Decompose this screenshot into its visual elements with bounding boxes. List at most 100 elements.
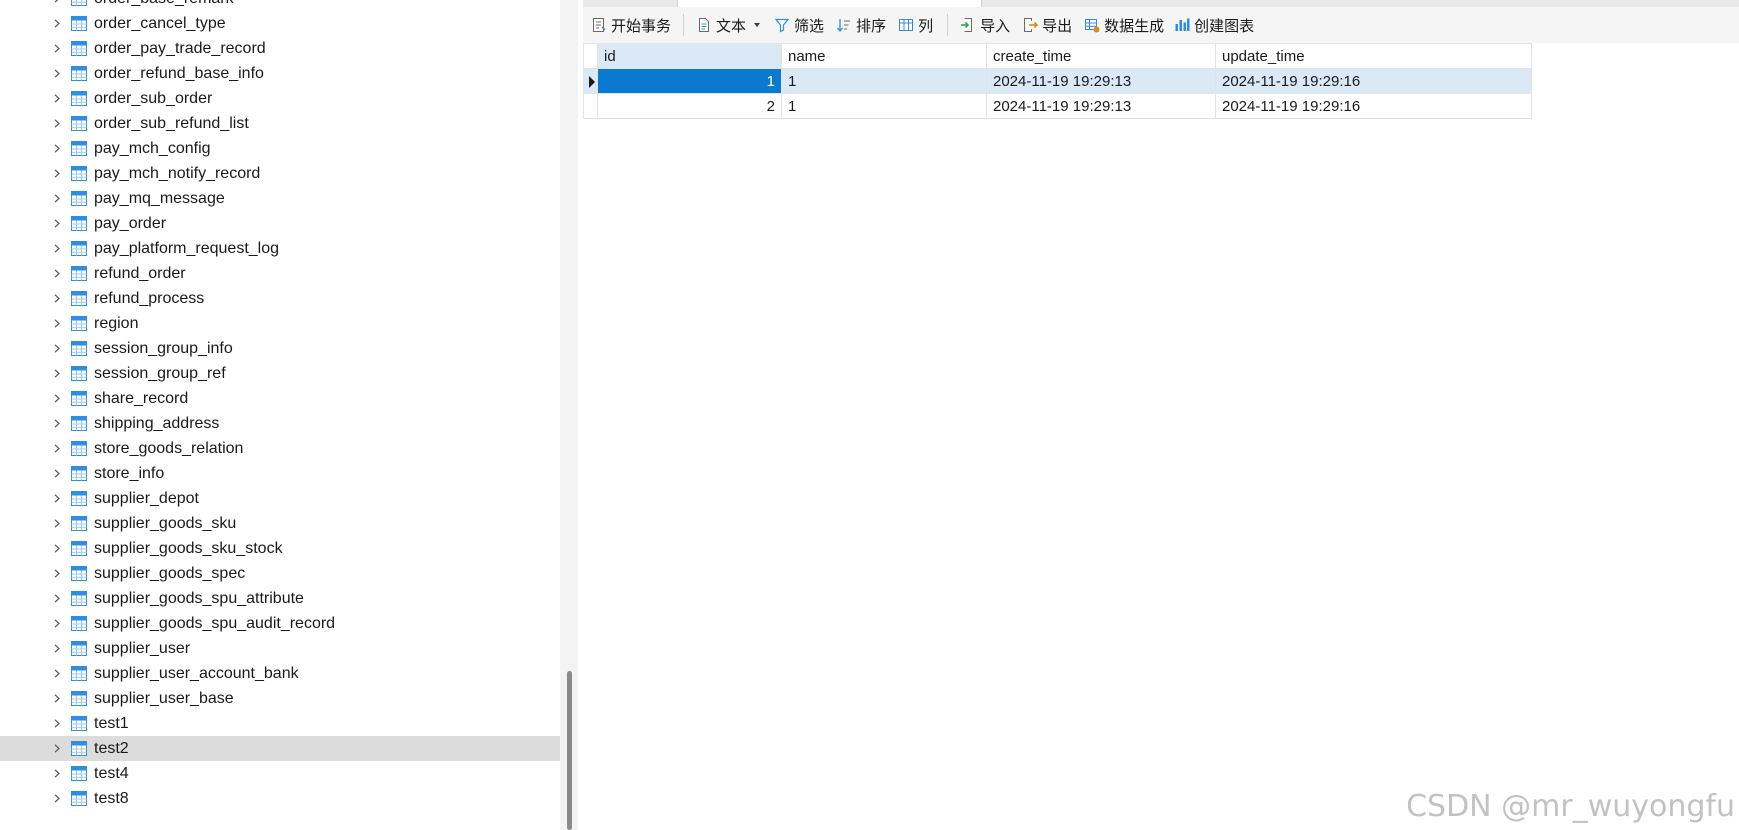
chevron-right-icon[interactable] bbox=[52, 494, 61, 503]
data-grid[interactable]: id name create_time update_time 1 1 2024… bbox=[583, 43, 1532, 119]
chevron-right-icon[interactable] bbox=[52, 619, 61, 628]
tree-item-table[interactable]: supplier_goods_spu_attribute bbox=[0, 586, 560, 611]
tree-item-label: test2 bbox=[94, 740, 129, 757]
tree-item-table[interactable]: session_group_ref bbox=[0, 361, 560, 386]
sort-button[interactable]: 排序 bbox=[836, 7, 886, 43]
tree-item-table[interactable]: order_base_remark bbox=[0, 0, 560, 11]
active-tab[interactable] bbox=[677, 0, 982, 7]
chevron-right-icon[interactable] bbox=[52, 519, 61, 528]
row-indicator[interactable] bbox=[583, 93, 598, 119]
chevron-right-icon[interactable] bbox=[52, 444, 61, 453]
tree-item-table[interactable]: order_refund_base_info bbox=[0, 61, 560, 86]
chevron-right-icon[interactable] bbox=[52, 394, 61, 403]
row-indicator[interactable] bbox=[583, 68, 598, 94]
chevron-right-icon[interactable] bbox=[52, 319, 61, 328]
chevron-right-icon[interactable] bbox=[52, 94, 61, 103]
tree-item-table[interactable]: order_cancel_type bbox=[0, 11, 560, 36]
tree-item-table[interactable]: test4 bbox=[0, 761, 560, 786]
chevron-right-icon[interactable] bbox=[52, 569, 61, 578]
tree-item-table[interactable]: session_group_info bbox=[0, 336, 560, 361]
begin-transaction-button[interactable]: 开始事务 bbox=[591, 7, 671, 43]
export-button[interactable]: 导出 bbox=[1022, 7, 1072, 43]
tree-item-table[interactable]: supplier_goods_spu_audit_record bbox=[0, 611, 560, 636]
grid-cell[interactable]: 2024-11-19 19:29:16 bbox=[1215, 68, 1532, 94]
chevron-right-icon[interactable] bbox=[52, 169, 61, 178]
chevron-right-icon[interactable] bbox=[52, 794, 61, 803]
column-header[interactable]: id bbox=[597, 43, 782, 69]
chevron-right-icon[interactable] bbox=[52, 294, 61, 303]
chevron-right-icon[interactable] bbox=[52, 719, 61, 728]
chevron-right-icon[interactable] bbox=[52, 544, 61, 553]
chevron-right-icon[interactable] bbox=[52, 469, 61, 478]
tree-item-table[interactable]: test2 bbox=[0, 736, 560, 761]
chevron-right-icon[interactable] bbox=[52, 744, 61, 753]
tree-item-table[interactable]: supplier_user_account_bank bbox=[0, 661, 560, 686]
grid-cell[interactable]: 1 bbox=[597, 68, 782, 94]
chevron-right-icon[interactable] bbox=[52, 344, 61, 353]
tree-item-table[interactable]: share_record bbox=[0, 386, 560, 411]
column-header[interactable]: create_time bbox=[986, 43, 1216, 69]
grid-cell[interactable]: 1 bbox=[781, 93, 987, 119]
chevron-right-icon[interactable] bbox=[52, 19, 61, 28]
chevron-right-icon[interactable] bbox=[52, 644, 61, 653]
chevron-right-icon[interactable] bbox=[52, 419, 61, 428]
grid-cell[interactable]: 2024-11-19 19:29:13 bbox=[986, 68, 1216, 94]
columns-button[interactable]: 列 bbox=[898, 7, 933, 43]
chevron-right-icon[interactable] bbox=[52, 694, 61, 703]
table-icon bbox=[71, 66, 87, 81]
filter-button[interactable]: 筛选 bbox=[774, 7, 824, 43]
chevron-right-icon[interactable] bbox=[52, 0, 61, 3]
tree-item-table[interactable]: store_goods_relation bbox=[0, 436, 560, 461]
chevron-right-icon[interactable] bbox=[52, 669, 61, 678]
chevron-right-icon[interactable] bbox=[52, 244, 61, 253]
chevron-right-icon[interactable] bbox=[52, 119, 61, 128]
tree-item-table[interactable]: refund_process bbox=[0, 286, 560, 311]
tree-item-table[interactable]: pay_mq_message bbox=[0, 186, 560, 211]
tree-item-table[interactable]: order_sub_order bbox=[0, 86, 560, 111]
tree-scrollbar-thumb[interactable] bbox=[567, 671, 572, 830]
tree-item-label: supplier_user_base bbox=[94, 690, 234, 707]
chevron-right-icon[interactable] bbox=[52, 594, 61, 603]
tree-item-table[interactable]: supplier_depot bbox=[0, 486, 560, 511]
tree-item-table[interactable]: store_info bbox=[0, 461, 560, 486]
tree-item-table[interactable]: order_sub_refund_list bbox=[0, 111, 560, 136]
tree-item-table[interactable]: supplier_user_base bbox=[0, 686, 560, 711]
tree-item-table[interactable]: order_pay_trade_record bbox=[0, 36, 560, 61]
tree-item-table[interactable]: supplier_goods_spec bbox=[0, 561, 560, 586]
chevron-right-icon[interactable] bbox=[52, 194, 61, 203]
tree-scrollbar[interactable] bbox=[560, 0, 578, 830]
text-button[interactable]: 文本 bbox=[696, 7, 764, 43]
import-button[interactable]: 导入 bbox=[960, 7, 1010, 43]
tree-item-table[interactable]: test1 bbox=[0, 711, 560, 736]
table-row[interactable]: 2 1 2024-11-19 19:29:13 2024-11-19 19:29… bbox=[583, 93, 1532, 119]
table-icon bbox=[71, 166, 87, 181]
tree-item-table[interactable]: pay_mch_config bbox=[0, 136, 560, 161]
tree-item-table[interactable]: region bbox=[0, 311, 560, 336]
tree-item-table[interactable]: supplier_goods_sku_stock bbox=[0, 536, 560, 561]
grid-cell[interactable]: 1 bbox=[781, 68, 987, 94]
table-row[interactable]: 1 1 2024-11-19 19:29:13 2024-11-19 19:29… bbox=[583, 68, 1532, 94]
data-generation-button[interactable]: 数据生成 bbox=[1084, 7, 1164, 43]
tree-item-table[interactable]: shipping_address bbox=[0, 411, 560, 436]
tree-item-table[interactable]: supplier_goods_sku bbox=[0, 511, 560, 536]
tree-item-table[interactable]: pay_mch_notify_record bbox=[0, 161, 560, 186]
tree-item-table[interactable]: pay_platform_request_log bbox=[0, 236, 560, 261]
chevron-right-icon[interactable] bbox=[52, 219, 61, 228]
grid-cell[interactable]: 2024-11-19 19:29:16 bbox=[1215, 93, 1532, 119]
tree-item-table[interactable]: supplier_user bbox=[0, 636, 560, 661]
chevron-right-icon[interactable] bbox=[52, 369, 61, 378]
column-header[interactable]: name bbox=[781, 43, 987, 69]
data-view: 开始事务 文本 筛选 排序 列 导入 导出 数据生成 创建图表 id name … bbox=[583, 0, 1739, 830]
tree-item-table[interactable]: refund_order bbox=[0, 261, 560, 286]
chevron-right-icon[interactable] bbox=[52, 69, 61, 78]
chevron-right-icon[interactable] bbox=[52, 44, 61, 53]
tree-item-table[interactable]: pay_order bbox=[0, 211, 560, 236]
chevron-right-icon[interactable] bbox=[52, 269, 61, 278]
tree-item-table[interactable]: test8 bbox=[0, 786, 560, 811]
grid-cell[interactable]: 2024-11-19 19:29:13 bbox=[986, 93, 1216, 119]
create-chart-button[interactable]: 创建图表 bbox=[1174, 7, 1254, 43]
chevron-right-icon[interactable] bbox=[52, 144, 61, 153]
grid-cell[interactable]: 2 bbox=[597, 93, 782, 119]
column-header[interactable]: update_time bbox=[1215, 43, 1532, 69]
chevron-right-icon[interactable] bbox=[52, 769, 61, 778]
